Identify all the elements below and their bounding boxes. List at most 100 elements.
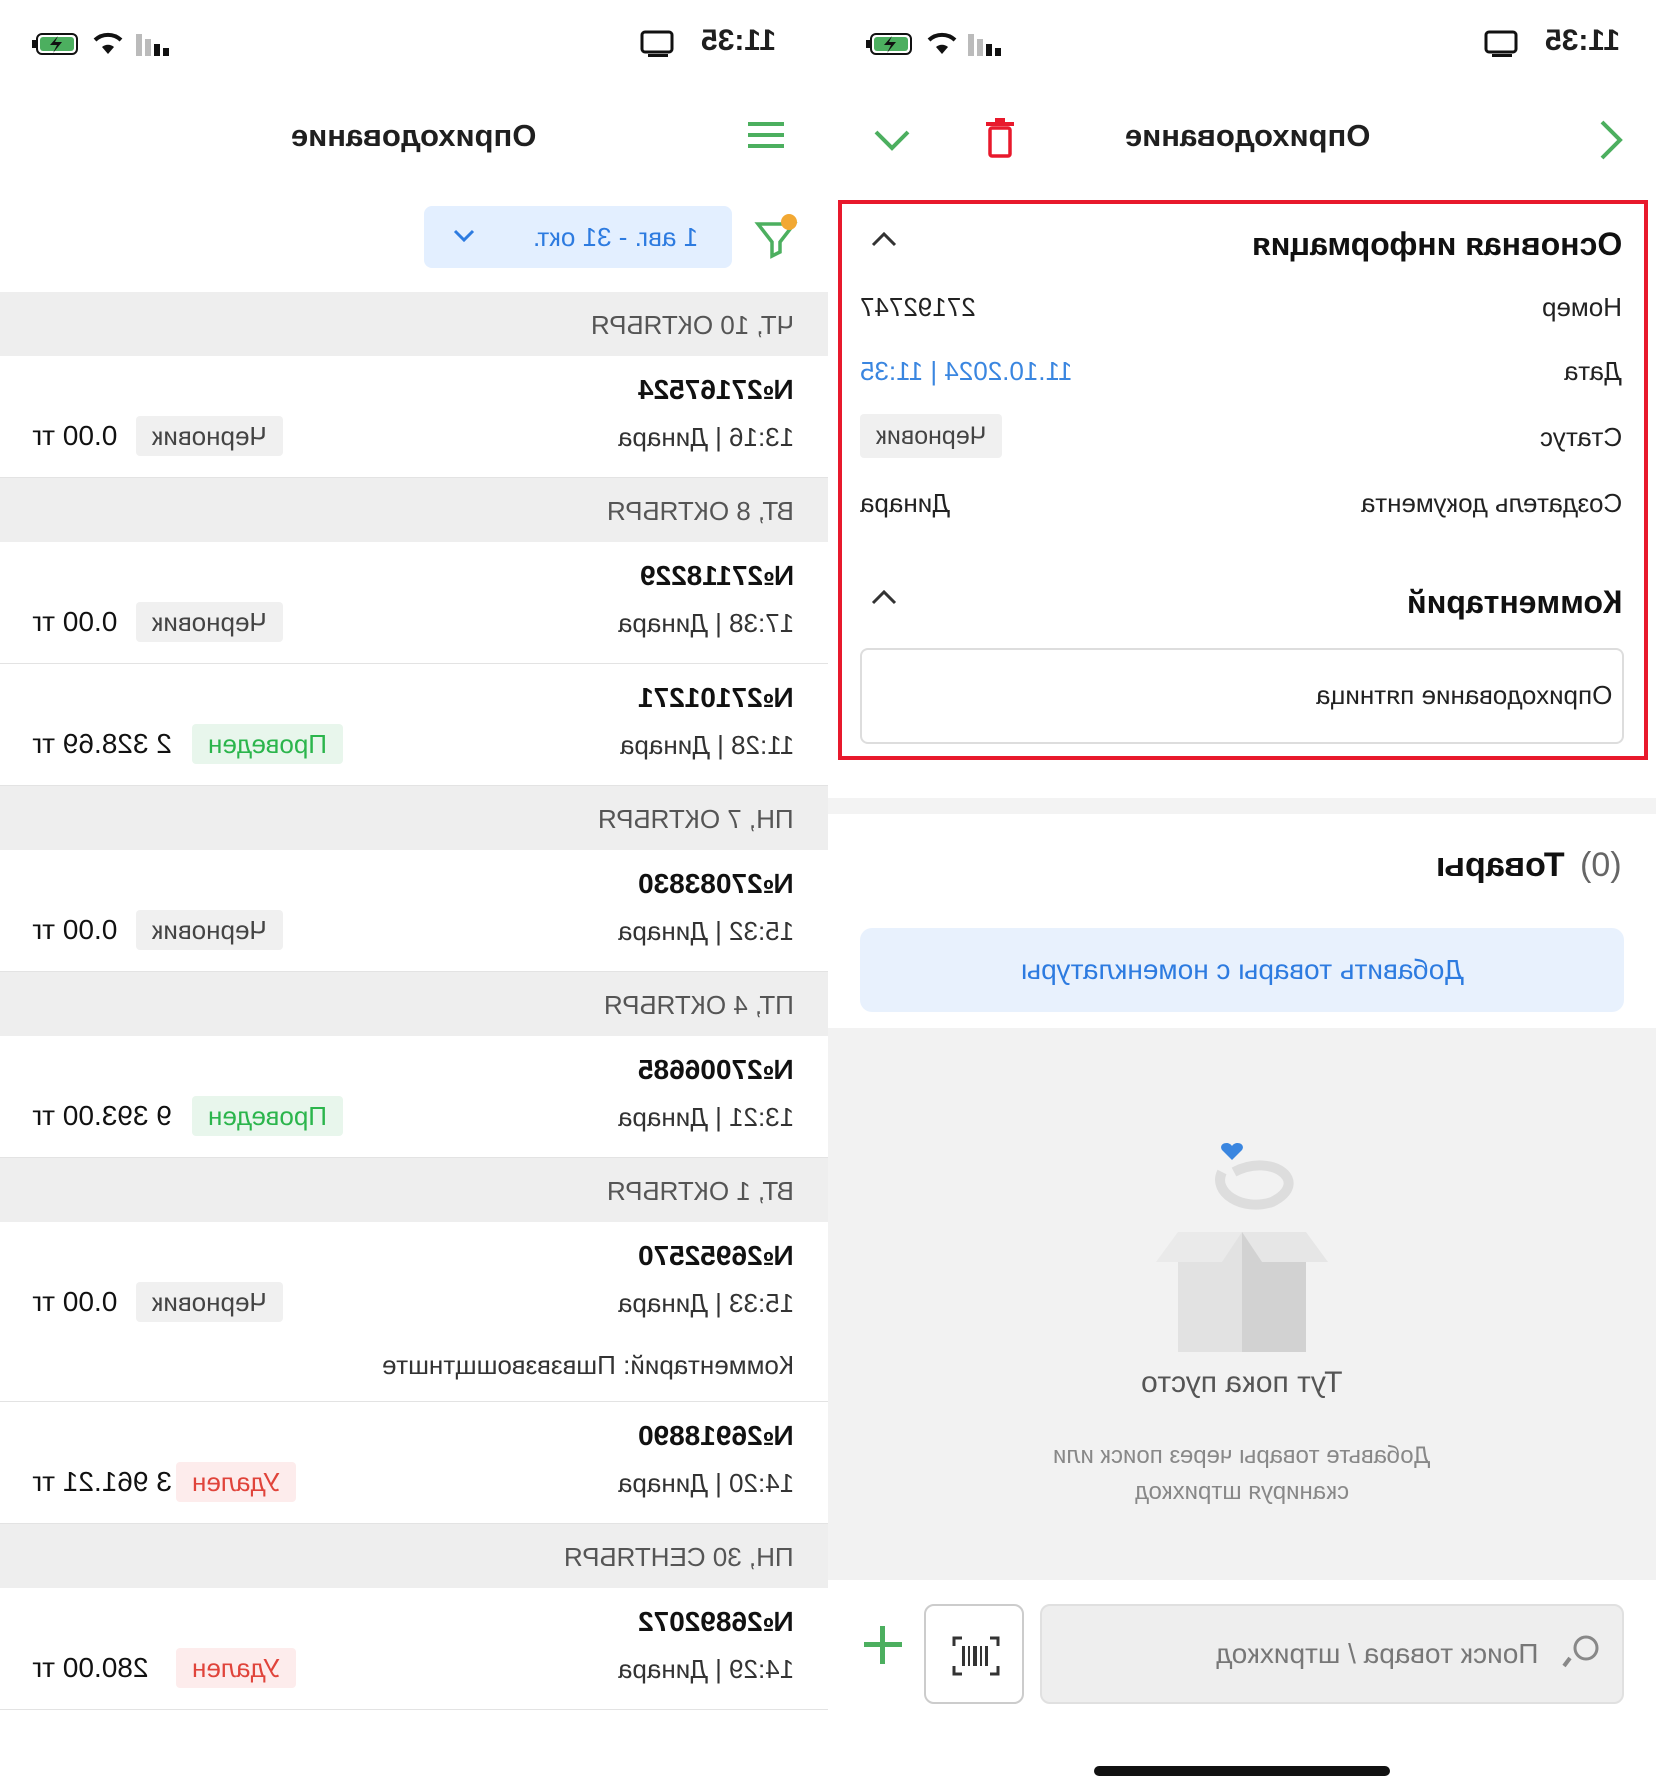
status-badge: Черновик [136,1282,283,1322]
section-divider [828,798,1656,814]
day-header: ПН, 7 ОКТЯБРЯ [0,786,828,850]
detail-page-title: Оприходование [1125,118,1371,153]
day-header: ЧТ, 10 ОКТЯБРЯ [0,292,828,356]
comment-title: Комментарий [1406,584,1622,620]
status-badge: Удален [176,1462,297,1502]
document-row[interactable]: №26952570 15:33 | Динара 0.00 тг Черновик Ко… [0,1222,828,1402]
document-row[interactable]: №27101271 11:28 | Динара 2 328.69 тг Провед… [0,664,828,786]
document-sum: 3 961.21 тг [32,1466,172,1497]
battery-icon [32,32,80,56]
status-time-detail: 11:35 [1544,24,1620,57]
document-number: №26892072 [638,1606,794,1637]
document-time-author: 14:29 | Динара [617,1654,794,1684]
creator-value: Динара [860,488,950,518]
status-badge: Черновик [860,414,1003,458]
empty-title: Тут пока пусто [1141,1366,1343,1399]
period-filter[interactable]: 1 авг. - 31 окт. [424,206,732,268]
wifi-icon [92,32,124,56]
document-number: №26918890 [638,1420,794,1451]
document-detail-screen: 11:35 Оприходование Основная информация … [828,0,1656,1792]
document-time-author: 13:16 | Динара [617,422,794,452]
empty-box-icon [1152,1142,1332,1362]
product-search-input[interactable]: Поиск товара / штрихкод [1040,1604,1624,1704]
document-row[interactable]: №26918890 14:20 | Динара 3 961.21 тг Удален [0,1402,828,1524]
status-badge: Проведен [192,724,344,764]
day-header-label: ВТ, 8 ОКТЯБРЯ [607,496,794,526]
document-time-author: 11:28 | Динара [619,730,794,760]
screen-mirroring-icon [640,30,676,58]
day-header-label: ВТ, 1 ОКТЯБРЯ [607,1176,794,1206]
document-number: №27167524 [638,374,794,405]
filter-icon[interactable] [754,212,798,262]
day-header-label: ПН, 7 ОКТЯБРЯ [598,804,794,834]
day-header: ПТ, 4 ОКТЯБРЯ [0,972,828,1036]
date-link[interactable]: 11.10.2024 | 11:35 [860,356,1073,387]
document-time-author: 15:32 | Динара [617,916,794,946]
cellular-signal-icon [136,34,176,56]
collapse-comment-chevron-icon[interactable] [870,588,898,611]
document-time-author: 17:38 | Динара [617,608,794,638]
creator-label: Создатель документа [1360,488,1622,518]
document-sum: 0.00 тг [32,606,118,637]
confirm-check-icon[interactable] [872,124,912,154]
document-comment: Комментарий: Пшвзвзвошщтнште [381,1350,794,1380]
date-label: Дата [1564,356,1622,386]
add-item-plus-icon[interactable] [862,1624,904,1666]
document-row[interactable]: №27118229 17:38 | Динара 0.00 тг Черновик [0,542,828,664]
delete-trash-icon[interactable] [984,118,1016,158]
goods-title: Товары (0) [1436,846,1622,884]
document-sum: 280.00 тг [32,1652,149,1683]
document-list-screen: 11:35 Оприходование 1 авг. - 31 окт. ЧТ,… [0,0,828,1792]
collapse-chevron-icon[interactable] [870,230,898,253]
document-number: №27101271 [638,682,794,713]
barcode-icon [952,1636,1000,1681]
document-time-author: 13:21 | Динара [617,1102,794,1132]
status-badge: Проведен [192,1096,344,1136]
document-time-author: 15:33 | Динара [617,1288,794,1318]
cellular-signal-icon [968,34,1008,56]
forward-chevron-icon[interactable] [1598,118,1624,162]
number-label: Номер [1541,292,1622,322]
status-badge: Черновик [136,416,283,456]
empty-text-line-2: сканируя штрихкод [1134,1478,1350,1505]
search-icon [1562,1632,1602,1677]
document-number: №27118229 [639,560,794,591]
screen-mirroring-icon [1484,30,1520,58]
menu-icon[interactable] [746,120,786,150]
document-row[interactable]: №27083830 15:32 | Динара 0.00 тг Черновик [0,850,828,972]
comment-field[interactable]: Оприходование пятница [860,648,1624,744]
document-sum: 9 393.00 тг [32,1100,172,1131]
barcode-scan-button[interactable] [924,1604,1024,1704]
wifi-icon [926,32,958,56]
page-title: Оприходование [291,118,537,153]
document-sum: 2 328.69 тг [32,728,172,759]
home-indicator [1094,1766,1390,1776]
add-goods-button[interactable]: Добавить товары с номенклатуры [860,928,1624,1012]
document-row[interactable]: №27167524 13:16 | Динара 0.00 тг Черновик [0,356,828,478]
battery-icon [866,32,914,56]
chevron-down-icon [452,228,476,249]
empty-text-line-1: Добавьте товары через поиск или [1053,1442,1431,1469]
status-badge: Черновик [136,602,283,642]
document-number: №27083830 [638,868,794,899]
number-value: 27192747 [860,292,976,322]
document-time-author: 14:20 | Динара [617,1468,794,1498]
day-header-label: ПН, 30 СЕНТЯБРЯ [564,1542,794,1572]
day-header: ПН, 30 СЕНТЯБРЯ [0,1524,828,1588]
document-sum: 0.00 тг [32,914,118,945]
empty-state: Тут пока пусто Добавьте товары через пои… [828,1028,1656,1580]
document-number: №26952570 [638,1240,794,1271]
main-info-title: Основная информация [1251,226,1622,262]
day-header: ВТ, 8 ОКТЯБРЯ [0,478,828,542]
document-sum: 0.00 тг [32,1286,118,1317]
status-label: Статус [1539,422,1622,452]
status-badge: Удален [176,1648,297,1688]
day-header-label: ЧТ, 10 ОКТЯБРЯ [591,310,794,340]
document-row[interactable]: №27006685 13:21 | Динара 9 393.00 тг Провед… [0,1036,828,1158]
status-badge: Черновик [136,910,283,950]
document-row[interactable]: №26892072 14:29 | Динара 280.00 тг Удален [0,1588,828,1710]
day-header-label: ПТ, 4 ОКТЯБРЯ [604,990,794,1020]
status-time: 11:35 [700,24,776,57]
day-header: ВТ, 1 ОКТЯБРЯ [0,1158,828,1222]
document-sum: 0.00 тг [32,420,118,451]
